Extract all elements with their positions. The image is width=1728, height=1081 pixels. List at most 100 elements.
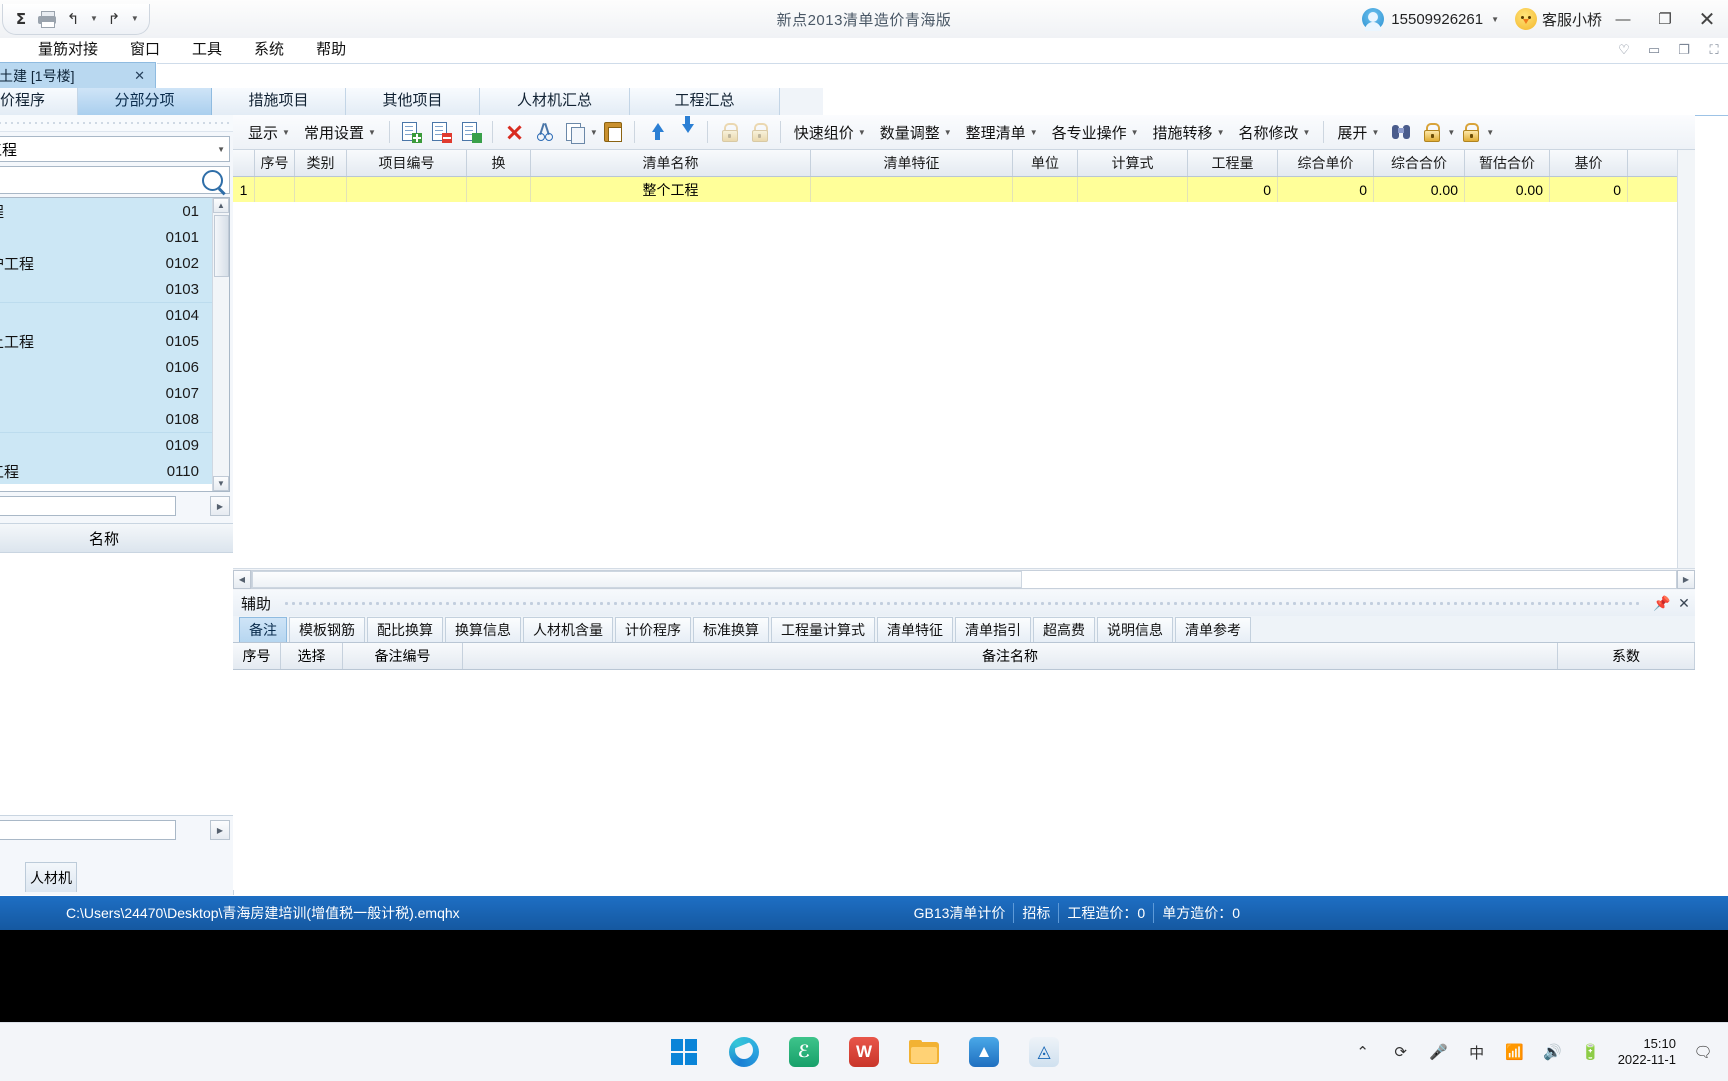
close-icon[interactable]: ✕ [1673,592,1695,614]
column-header-zanguheji[interactable]: 暂估合价 [1465,150,1550,176]
list-item[interactable]: 土工程 0105 [0,328,229,354]
app-e-icon[interactable]: ℰ [785,1033,823,1071]
toolbar-quick-pricing-menu[interactable]: 快速组价 ▼ [787,119,873,145]
column-header-xuhao[interactable]: 序号 [255,150,295,176]
chevron-down-icon[interactable]: ▼ [1491,15,1499,24]
aux-tab-qingdanzhiyin[interactable]: 清单指引 [955,617,1031,642]
chevron-down-icon[interactable]: ▼ [1303,128,1311,137]
restore-small-icon[interactable]: ▭ [1646,42,1662,58]
insert-row-icon[interactable] [399,120,423,144]
aux-tab-peibihuansuan[interactable]: 配比换算 [367,617,443,642]
meeting-icon[interactable]: ▲ [965,1033,1003,1071]
paste-icon[interactable] [601,120,625,144]
sidebar-lower-body[interactable] [0,553,233,816]
cut-icon[interactable] [532,120,556,144]
chevron-down-icon[interactable]: ▼ [1371,128,1379,137]
column-header-qingdantezheng[interactable]: 清单特征 [811,150,1013,176]
aux-tab-beizhu[interactable]: 备注 [239,617,287,642]
tab-gongchenghuizong[interactable]: 工程汇总 [630,88,780,115]
file-explorer-icon[interactable] [905,1033,943,1071]
cost-app-icon[interactable]: ◬ [1025,1033,1063,1071]
scroll-right-icon[interactable]: ▶ [210,820,230,840]
cell-zongheheji[interactable]: 0.00 [1374,177,1465,203]
aux-tab-jijiachengxu[interactable]: 计价程序 [615,617,691,642]
aux-column-header-beizhubianhao[interactable]: 备注编号 [343,643,463,669]
copy-caret-icon[interactable]: ▼ [590,128,598,137]
tab-rencaijihuizong[interactable]: 人材机汇总 [480,88,630,115]
microphone-icon[interactable]: 🎤 [1428,1041,1450,1063]
toolbar-organize-list-menu[interactable]: 整理清单 ▼ [959,119,1045,145]
list-item[interactable]: 0106 [0,354,229,380]
list-item[interactable]: 0101 [0,224,229,250]
tab-cuoshixiangmu[interactable]: 措施项目 [212,88,346,115]
sidebar-tree-scrollbar[interactable]: ▲ ▼ [212,198,229,491]
sum-icon[interactable]: Σ [11,9,31,29]
document-tab-tujian[interactable]: 土建 [1号楼] ✕ [0,62,156,88]
undo-icon[interactable]: ↰ [63,9,83,29]
maximize-button[interactable]: ❐ [1644,0,1686,38]
tab-fenbufenxiang[interactable]: 分部分项 [78,88,212,115]
window-icon[interactable]: ❐ [1676,42,1692,58]
toolbar-settings-menu[interactable]: 常用设置 ▼ [297,119,383,145]
cell-danwei[interactable] [1013,177,1078,203]
sidebar-tree[interactable]: 程 01 0101 护工程 0102 0103 0104 土工程 0105 [0,197,230,492]
sidebar-lower-hscroll[interactable]: ▶ [0,819,230,841]
lock-left-icon[interactable] [717,120,741,144]
move-up-icon[interactable] [644,120,668,144]
aux-column-header-beizhumingcheng[interactable]: 备注名称 [463,643,1558,669]
sidebar-grip[interactable] [0,115,233,132]
lock-caret-icon[interactable]: ▼ [1447,128,1455,137]
aux-column-header-xuhao[interactable]: 序号 [233,643,281,669]
heart-icon[interactable]: ♡ [1616,42,1632,58]
list-item[interactable]: 0103 [0,276,229,302]
binoculars-icon[interactable] [1389,120,1413,144]
scroll-track[interactable] [0,820,176,840]
aux-tab-chaogaofei[interactable]: 超高费 [1033,617,1095,642]
close-icon[interactable]: ✕ [134,68,145,84]
cell-gongchengliang[interactable]: 0 [1188,177,1278,203]
menu-item-bangzhu[interactable]: 帮助 [300,38,362,62]
chevron-down-icon[interactable]: ▼ [944,128,952,137]
chevron-down-icon[interactable]: ▼ [282,128,290,137]
scroll-right-icon[interactable]: ▶ [1677,570,1695,589]
redo-icon[interactable]: ↱ [104,9,124,29]
aux-panel-grip[interactable] [283,600,1639,606]
column-header-zonghheheji[interactable]: 综合合价 [1374,150,1465,176]
column-header-jijia[interactable]: 基价 [1550,150,1628,176]
lock-icon[interactable] [1419,120,1443,144]
sync-icon[interactable]: ⟳ [1390,1041,1412,1063]
chevron-up-icon[interactable]: ⌃ [1352,1041,1374,1063]
aux-tab-huansuanxinxi[interactable]: 换算信息 [445,617,521,642]
scroll-right-icon[interactable]: ▶ [210,496,230,516]
aux-tab-mobangangjin[interactable]: 模板钢筋 [289,617,365,642]
column-header-huan[interactable]: 换 [467,150,531,176]
toolbar-quantity-adjust-menu[interactable]: 数量调整 ▼ [873,119,959,145]
cell-huan[interactable] [467,177,531,203]
aux-tab-biaozhunhuansuan[interactable]: 标准换算 [693,617,769,642]
menu-item-chuangkou[interactable]: 窗口 [114,38,176,62]
menu-item-liangjinduijie[interactable]: 量筋对接 [22,38,114,62]
volume-icon[interactable]: 🔊 [1542,1041,1564,1063]
menu-item-xitong[interactable]: 系统 [238,38,300,62]
list-item[interactable]: 0108 [0,406,229,432]
delete-row-icon[interactable] [429,120,453,144]
lock-icon[interactable] [1458,120,1482,144]
redo-caret-icon[interactable]: ▼ [131,14,139,23]
aux-grid-body[interactable] [233,670,1695,890]
cell-jisuanshi[interactable] [1078,177,1188,203]
pin-icon[interactable]: 📌 [1651,592,1673,614]
taskbar-clock[interactable]: 15:10 2022-11-1 [1618,1036,1676,1068]
ime-chinese-icon[interactable]: 中 [1466,1041,1488,1063]
chevron-down-icon[interactable]: ▼ [1030,128,1038,137]
column-header-qingdanmingcheng[interactable]: 清单名称 [531,150,811,176]
cell-jijia[interactable]: 0 [1550,177,1628,203]
close-button[interactable]: ✕ [1686,0,1728,38]
toolbar-professional-ops-menu[interactable]: 各专业操作 ▼ [1045,119,1146,145]
toolbar-rename-menu[interactable]: 名称修改 ▼ [1231,119,1317,145]
scroll-down-icon[interactable]: ▼ [213,476,229,491]
cell-zanguheji[interactable]: 0.00 [1465,177,1550,203]
aux-tab-qingdancankao[interactable]: 清单参考 [1175,617,1251,642]
print-icon[interactable] [37,9,57,29]
scroll-thumb[interactable] [252,571,1022,588]
insert-sub-row-icon[interactable] [459,120,483,144]
